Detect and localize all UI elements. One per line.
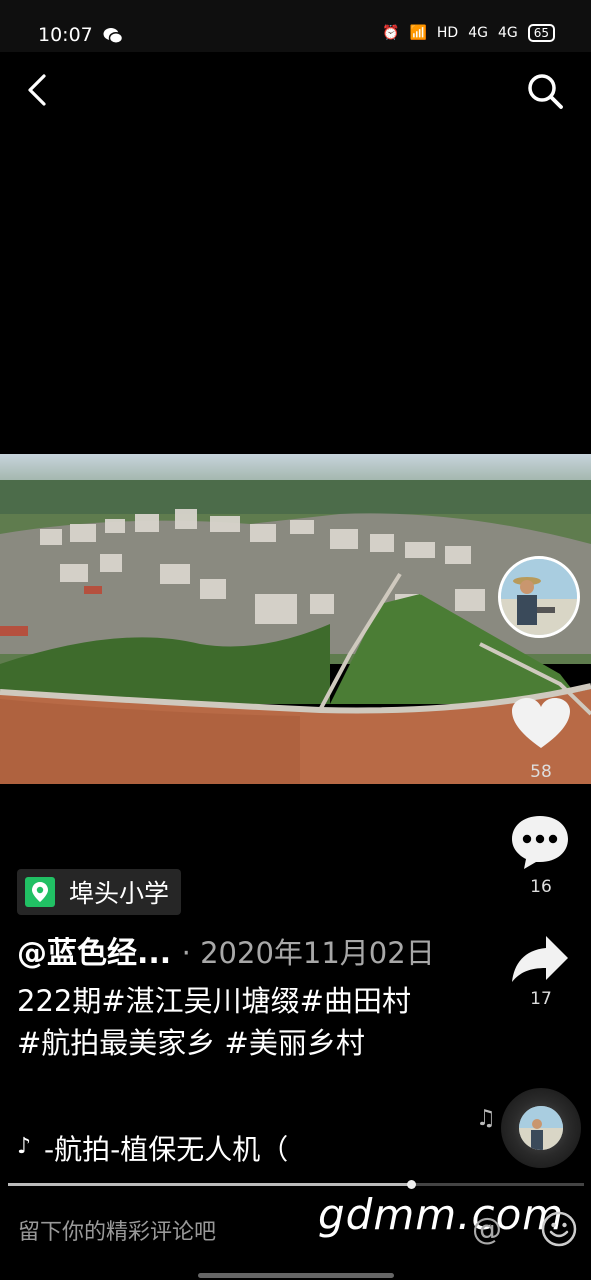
wifi-icon: 📶 <box>409 25 427 41</box>
heart-icon[interactable] <box>510 696 572 752</box>
signal-2-label: 4G <box>497 25 518 41</box>
battery-indicator: 65 <box>527 24 555 42</box>
music-note-small-icon: ♫ <box>476 1106 496 1131</box>
comment-bubble-icon[interactable] <box>508 812 572 872</box>
post-date: · 2020年11月02日 <box>181 936 435 970</box>
location-tag[interactable]: 埠头小学 <box>17 869 182 915</box>
watermark-text: gdmm.com <box>318 1190 565 1239</box>
video-progress-bar[interactable] <box>8 1180 584 1189</box>
status-icons: ⏰ 📶 HD 4G 4G 65 <box>382 24 555 42</box>
avatar-image <box>501 559 577 635</box>
music-disc-cover <box>519 1106 563 1150</box>
status-time: 10:07 <box>38 24 93 46</box>
wechat-icon <box>103 28 123 45</box>
music-disc[interactable] <box>501 1088 581 1168</box>
comment-count: 16 <box>530 877 552 897</box>
location-pin-icon <box>25 877 55 907</box>
back-arrow-icon[interactable] <box>20 70 60 110</box>
author-name[interactable]: @蓝色经... <box>17 936 171 971</box>
alarm-icon: ⏰ <box>382 25 400 41</box>
music-title[interactable]: -航拍-植保无人机（ <box>44 1128 288 1168</box>
home-indicator <box>198 1273 394 1278</box>
emoji-icon[interactable] <box>540 1210 578 1248</box>
comment-input[interactable]: 留下你的精彩评论吧 <box>18 1214 216 1246</box>
like-count: 58 <box>530 762 552 782</box>
mention-icon[interactable]: @ <box>472 1212 502 1247</box>
author-avatar[interactable] <box>498 556 580 638</box>
signal-1-label: 4G <box>468 25 488 41</box>
share-arrow-icon[interactable] <box>508 930 572 986</box>
author-line: @蓝色经... · 2020年11月02日 <box>17 928 435 972</box>
network-label: HD <box>436 25 459 41</box>
music-note-icon: ♪ <box>17 1134 32 1159</box>
post-caption: 222期#湛江吴川塘缀#曲田村 #航拍最美家乡 #美丽乡村 <box>17 984 411 1061</box>
location-label: 埠头小学 <box>69 879 170 908</box>
video-player[interactable] <box>0 454 591 784</box>
search-icon[interactable] <box>524 70 566 112</box>
share-count: 17 <box>530 989 552 1009</box>
video-progress-fill <box>8 1183 412 1186</box>
video-progress-handle[interactable] <box>407 1180 417 1189</box>
